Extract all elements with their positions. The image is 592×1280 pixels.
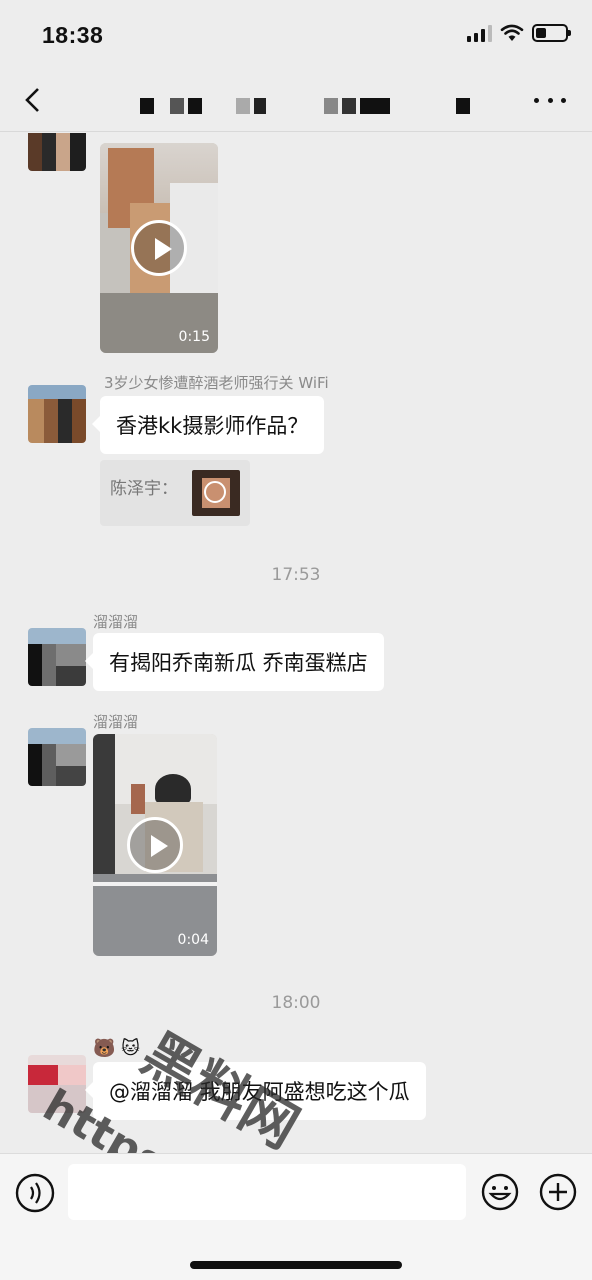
status-time: 18:38 <box>42 22 104 48</box>
reply-sender: 陈泽宇： <box>110 479 178 499</box>
voice-button[interactable] <box>14 1172 56 1214</box>
nav-bar <box>0 70 592 132</box>
message-bubble[interactable]: 香港kk摄影师作品？ <box>91 396 325 454</box>
avatar[interactable] <box>28 728 86 786</box>
status-icons <box>467 24 571 42</box>
sender-name: 溜溜溜 <box>93 613 139 631</box>
video-duration: 0:04 <box>177 932 209 948</box>
voice-icon <box>15 1173 55 1213</box>
play-icon <box>127 817 183 873</box>
message-input[interactable] <box>68 1164 466 1220</box>
chat-title-redacted <box>140 98 470 114</box>
timestamp: 18:00 <box>271 993 321 1013</box>
wifi-icon <box>500 24 524 41</box>
message-bubble[interactable]: @溜溜溜 我朋友阿盛想吃这个瓜 <box>85 1062 426 1120</box>
more-button[interactable] <box>534 86 566 114</box>
avatar[interactable] <box>28 628 86 686</box>
avatar[interactable] <box>28 1055 86 1113</box>
avatar[interactable] <box>28 133 86 171</box>
plus-icon <box>539 1173 577 1211</box>
sender-name: 🐻 🐱 <box>93 1038 140 1059</box>
reply-quote[interactable]: 陈泽宇： <box>100 460 250 526</box>
video-message[interactable]: 0:15 <box>100 143 218 353</box>
battery-icon <box>532 24 571 42</box>
quoted-text: 3岁少女惨遭醉酒老师强行关 WiFi <box>104 374 329 392</box>
emoji-button[interactable] <box>480 1172 520 1212</box>
play-icon <box>131 220 187 276</box>
signal-icon <box>467 24 492 42</box>
sender-name: 溜溜溜 <box>93 713 139 731</box>
video-message[interactable]: 0:04 <box>93 734 217 956</box>
plus-button[interactable] <box>538 1172 578 1212</box>
message-bubble[interactable]: 有揭阳乔南新瓜 乔南蛋糕店 <box>85 633 384 691</box>
video-duration: 0:15 <box>178 329 210 345</box>
smiley-icon <box>481 1173 519 1211</box>
timestamp: 17:53 <box>271 565 321 585</box>
chevron-left-icon <box>25 88 39 112</box>
home-indicator <box>190 1261 402 1269</box>
back-button[interactable] <box>16 82 52 118</box>
status-bar: 18:38 <box>0 0 592 70</box>
input-bar <box>0 1153 592 1280</box>
chat-area[interactable]: 0:15 3岁少女惨遭醉酒老师强行关 WiFi 香港kk摄影师作品？ 陈泽宇： … <box>0 133 592 1153</box>
avatar[interactable] <box>28 385 86 443</box>
reply-thumbnail <box>192 470 240 516</box>
